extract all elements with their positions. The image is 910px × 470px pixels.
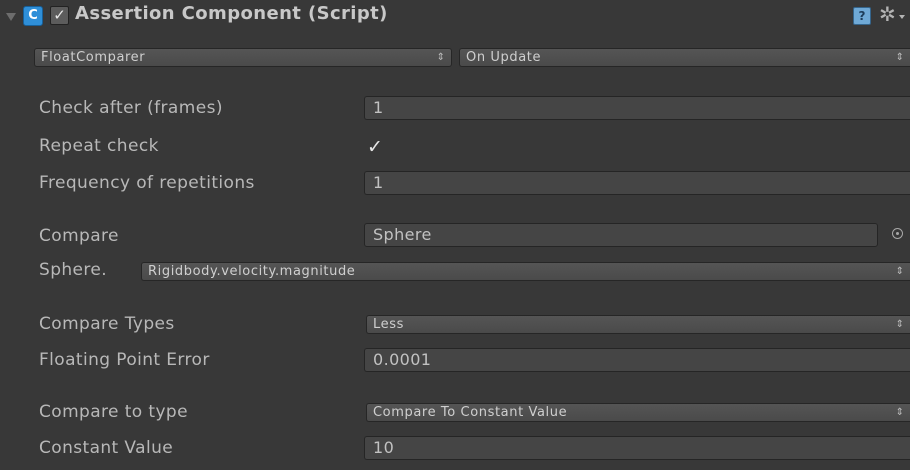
dropdown-arrows-icon: ⇕ xyxy=(895,52,904,63)
compare-to-type-label: Compare to type xyxy=(39,402,188,422)
check-method-dropdown[interactable]: On Update ⇕ xyxy=(459,48,910,67)
gear-icon[interactable]: ✲ xyxy=(879,2,896,26)
repeat-check-checkbox[interactable]: ✓ xyxy=(367,138,386,157)
dropdown-arrows-icon: ⇕ xyxy=(895,266,904,277)
property-path-value: Rigidbody.velocity.magnitude xyxy=(148,264,356,279)
compare-to-type-dropdown[interactable]: Compare To Constant Value ⇕ xyxy=(366,403,910,422)
check-after-field[interactable]: 1 xyxy=(364,96,910,120)
compare-to-type-value: Compare To Constant Value xyxy=(373,405,568,420)
script-icon: C xyxy=(23,6,43,26)
compare-types-label: Compare Types xyxy=(39,314,175,334)
component-title[interactable]: Assertion Component (Script) xyxy=(75,3,388,24)
constant-value-label: Constant Value xyxy=(39,438,174,458)
compare-types-dropdown[interactable]: Less ⇕ xyxy=(366,315,910,334)
help-icon[interactable]: ? xyxy=(853,7,871,25)
dropdown-arrows-icon: ⇕ xyxy=(895,407,904,418)
path-prefix-label: Sphere. xyxy=(39,260,108,280)
component-enabled-checkbox[interactable]: ✓ xyxy=(50,6,69,25)
frequency-label: Frequency of repetitions xyxy=(39,173,255,193)
dropdown-arrows-icon: ⇕ xyxy=(436,52,445,63)
property-path-dropdown[interactable]: Rigidbody.velocity.magnitude ⇕ xyxy=(141,262,910,281)
component-header: C ✓ Assertion Component (Script) ? ✲ xyxy=(0,0,910,38)
frequency-field[interactable]: 1 xyxy=(364,171,910,195)
object-picker-icon[interactable] xyxy=(892,228,903,239)
check-method-value: On Update xyxy=(466,50,542,65)
comparer-type-dropdown[interactable]: FloatComparer ⇕ xyxy=(34,48,452,67)
compare-label: Compare xyxy=(39,226,119,246)
gear-caret-icon xyxy=(899,15,905,19)
check-after-label: Check after (frames) xyxy=(39,98,223,118)
comparer-type-value: FloatComparer xyxy=(41,50,146,65)
fp-error-field[interactable]: 0.0001 xyxy=(364,348,910,372)
constant-value-field[interactable]: 10 xyxy=(364,436,910,460)
compare-types-value: Less xyxy=(373,317,404,332)
fp-error-label: Floating Point Error xyxy=(39,350,210,370)
dropdown-arrows-icon: ⇕ xyxy=(895,319,904,330)
repeat-check-label: Repeat check xyxy=(39,136,159,156)
compare-object-field[interactable]: Sphere xyxy=(364,223,878,247)
foldout-arrow-icon[interactable] xyxy=(6,13,16,21)
